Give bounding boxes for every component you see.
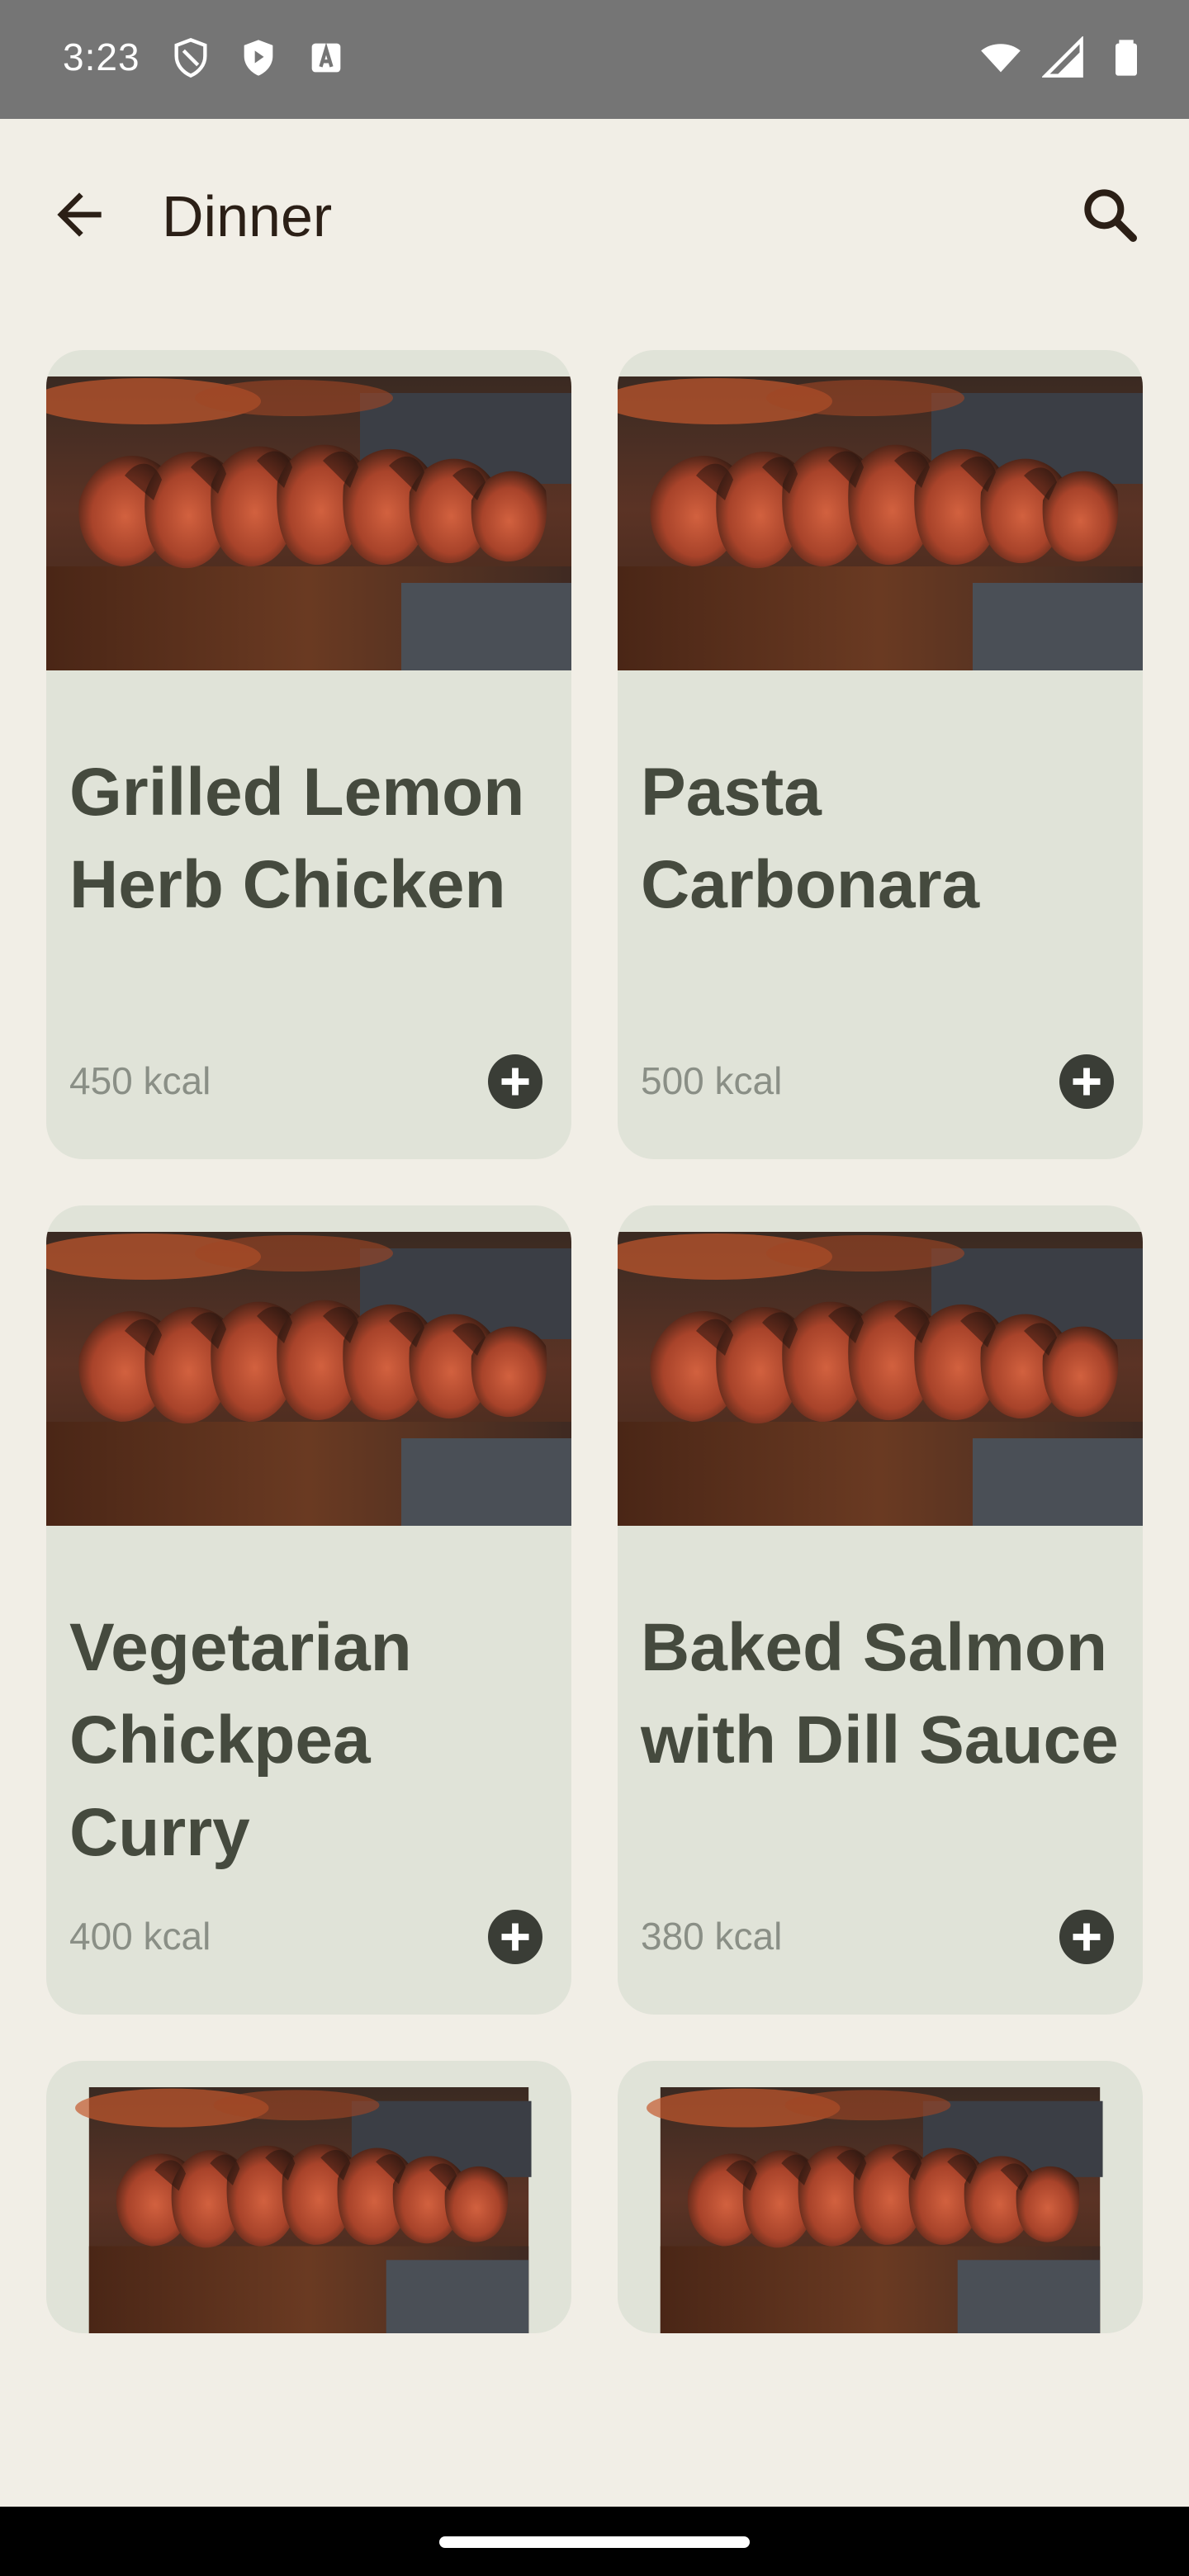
recipe-image <box>618 376 1143 670</box>
recipe-title: Pasta Carbonara <box>641 755 980 922</box>
page-title: Dinner <box>162 184 333 249</box>
search-icon[interactable] <box>1077 182 1143 248</box>
recipe-image <box>46 376 571 670</box>
recipe-image <box>46 1232 571 1526</box>
recipe-title: Grilled Lemon Herb Chicken <box>69 755 525 922</box>
home-gesture-handle[interactable] <box>439 2536 750 2548</box>
recipe-card[interactable]: Grilled Lemon Herb Chicken 450 kcal <box>46 350 571 1159</box>
app-bar: Dinner <box>0 119 1189 304</box>
status-time: 3:23 <box>63 36 140 78</box>
recipe-kcal: 400 kcal <box>69 1915 211 1958</box>
add-circle-icon[interactable] <box>1057 1907 1116 1967</box>
arrow-back-icon[interactable] <box>46 182 112 248</box>
recipe-card[interactable] <box>46 2061 571 2333</box>
shield-icon <box>174 38 207 78</box>
signal-icon <box>1042 36 1083 78</box>
recipe-card[interactable]: Baked Salmon with Dill Sauce 380 kcal <box>618 1205 1143 2015</box>
add-circle-icon[interactable] <box>1057 1052 1116 1111</box>
recipe-title: Baked Salmon with Dill Sauce <box>641 1610 1119 1778</box>
text-icon <box>311 42 341 73</box>
recipe-kcal: 500 kcal <box>641 1059 783 1102</box>
wifi-icon <box>981 44 1021 73</box>
recipe-card[interactable]: Vegetarian Chickpea Curry 400 kcal <box>46 1205 571 2015</box>
recipe-kcal: 380 kcal <box>641 1915 783 1958</box>
add-circle-icon[interactable] <box>486 1052 545 1111</box>
recipe-card[interactable]: Pasta Carbonara 500 kcal <box>618 350 1143 1159</box>
recipe-kcal: 450 kcal <box>69 1059 211 1102</box>
add-circle-icon[interactable] <box>486 1907 545 1967</box>
status-bar: 3:23 <box>0 0 1189 119</box>
recipe-image <box>618 1232 1143 1526</box>
recipe-image <box>46 2087 571 2333</box>
battery-icon <box>1116 40 1137 76</box>
recipe-card[interactable] <box>618 2061 1143 2333</box>
recipe-image <box>618 2087 1143 2333</box>
recipe-title: Vegetarian Chickpea Curry <box>69 1610 412 1870</box>
play-protect-icon <box>244 40 273 76</box>
